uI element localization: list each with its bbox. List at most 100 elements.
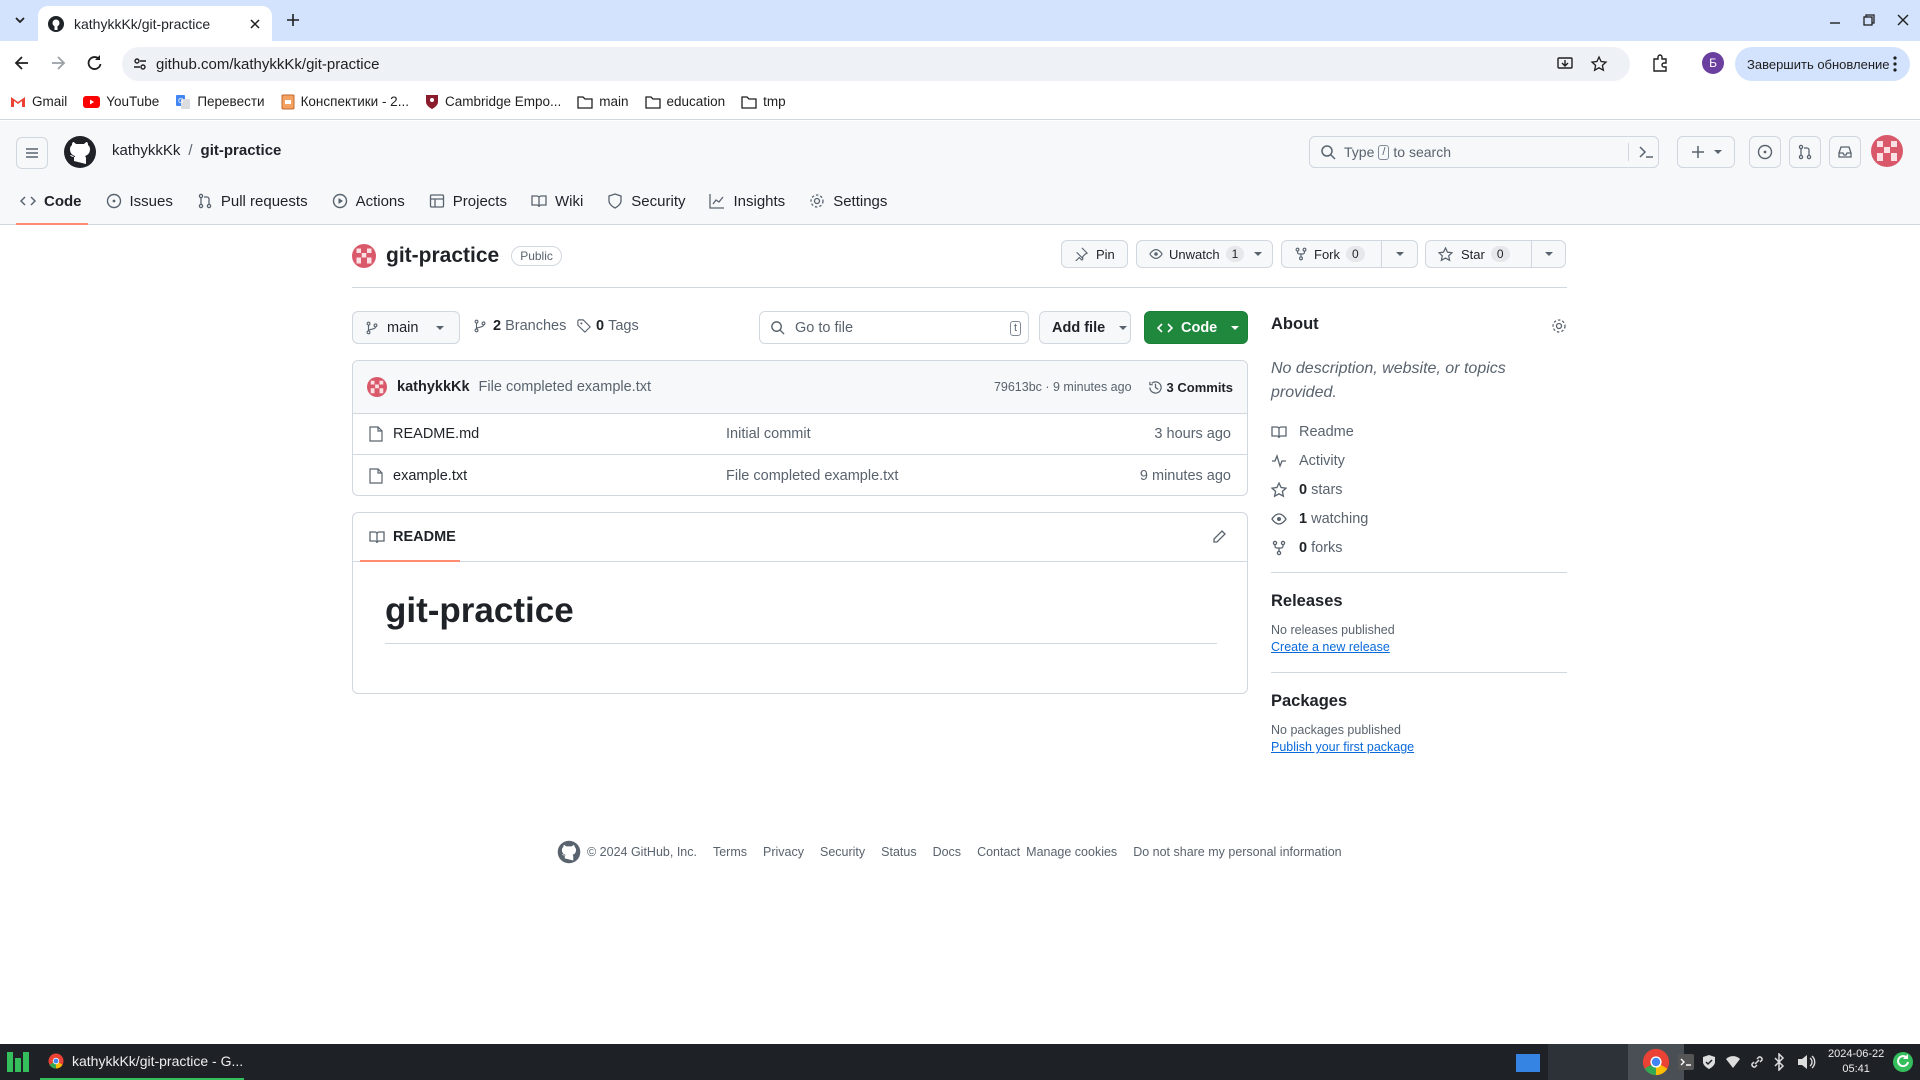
file-commit-message[interactable]: Initial commit (726, 426, 811, 442)
footer-link[interactable]: Status (881, 845, 916, 859)
file-name[interactable]: example.txt (393, 468, 467, 484)
more-menu-icon[interactable] (1893, 56, 1897, 72)
bluetooth-icon[interactable] (1772, 1053, 1786, 1071)
watching-link[interactable]: 1 watching (1271, 504, 1567, 533)
search-input[interactable]: Type / to search (1309, 136, 1659, 168)
bookmark-cambridge[interactable]: Cambridge Empo... (425, 94, 561, 110)
commit-sha-time[interactable]: 79613bc · 9 minutes ago (994, 380, 1132, 394)
footer-link[interactable]: Contact (977, 845, 1020, 859)
clock[interactable]: 2024-06-22 05:41 (1828, 1047, 1884, 1077)
bookmark-folder-main[interactable]: main (577, 94, 629, 109)
link-icon[interactable] (1749, 1054, 1765, 1070)
finish-update-button[interactable]: Завершить обновление (1735, 47, 1910, 81)
back-arrow-icon[interactable] (12, 53, 32, 73)
browser-tab[interactable]: kathykkKk/git-practice (38, 6, 272, 41)
tab-code[interactable]: Code (16, 177, 87, 225)
stars-link[interactable]: 0 stars (1271, 475, 1567, 504)
code-button[interactable]: Code (1144, 311, 1248, 344)
publish-package-link[interactable]: Publish your first package (1271, 740, 1567, 754)
create-new-button[interactable] (1677, 136, 1735, 168)
tab-issues[interactable]: Issues (106, 177, 173, 225)
gear-icon[interactable] (1551, 318, 1567, 334)
app-menu-icon[interactable] (6, 1050, 30, 1074)
breadcrumb-repo[interactable]: git-practice (201, 142, 282, 159)
pencil-icon[interactable] (1211, 529, 1227, 545)
bookmark-folder-education[interactable]: education (644, 94, 725, 109)
pull-requests-icon-button[interactable] (1789, 136, 1821, 168)
issues-icon-button[interactable] (1749, 136, 1781, 168)
packages-title[interactable]: Packages (1271, 692, 1567, 711)
branches-link[interactable]: 2 Branches (473, 318, 566, 334)
footer-link[interactable]: Docs (933, 845, 961, 859)
profile-avatar[interactable]: Б (1702, 52, 1724, 74)
reload-icon[interactable] (84, 53, 104, 73)
footer-link[interactable]: Privacy (763, 845, 804, 859)
pin-button[interactable]: Pin (1061, 240, 1128, 268)
tab-settings[interactable]: Settings (809, 177, 887, 225)
site-info-icon[interactable] (132, 56, 148, 72)
tab-actions[interactable]: Actions (332, 177, 405, 225)
activity-link[interactable]: Activity (1271, 446, 1567, 475)
github-logo-icon[interactable] (63, 135, 97, 169)
unwatch-button[interactable]: Unwatch 1 (1136, 240, 1273, 268)
wifi-icon[interactable] (1725, 1054, 1741, 1070)
footer-link[interactable]: Terms (713, 845, 747, 859)
user-avatar[interactable] (1871, 135, 1903, 167)
tags-link[interactable]: 0 Tags (577, 318, 639, 334)
fork-dropdown-button[interactable] (1382, 250, 1417, 258)
file-commit-message[interactable]: File completed example.txt (726, 468, 898, 484)
terminal-icon[interactable] (1678, 1054, 1694, 1070)
commits-link[interactable]: 3 Commits (1148, 380, 1233, 395)
star-dropdown-button[interactable] (1532, 250, 1565, 258)
command-palette-icon[interactable] (1628, 143, 1655, 161)
owner-avatar[interactable] (352, 244, 376, 268)
commit-message[interactable]: File completed example.txt (479, 379, 651, 395)
tab-pull-requests[interactable]: Pull requests (197, 177, 308, 225)
branch-select-button[interactable]: main (352, 311, 460, 344)
bookmark-konspektiki[interactable]: Конспектики - 2... (281, 94, 409, 110)
tab-wiki[interactable]: Wiki (531, 177, 583, 225)
create-release-link[interactable]: Create a new release (1271, 640, 1567, 654)
readme-tab[interactable]: README (369, 529, 456, 545)
restore-icon[interactable] (1862, 13, 1876, 27)
footer-link[interactable]: Security (820, 845, 865, 859)
update-status-icon[interactable] (1892, 1051, 1914, 1073)
close-window-icon[interactable] (1896, 13, 1910, 27)
fork-button[interactable]: Fork 0 (1282, 241, 1382, 267)
hamburger-menu-icon[interactable] (16, 137, 48, 169)
security-shield-icon[interactable] (1701, 1054, 1717, 1070)
star-button[interactable]: Star 0 (1426, 241, 1532, 267)
forks-link[interactable]: 0 forks (1271, 533, 1567, 562)
readme-link[interactable]: Readme (1271, 417, 1567, 446)
breadcrumb-owner[interactable]: kathykkKk (112, 142, 180, 159)
workspace-2[interactable] (1548, 1044, 1628, 1080)
minimize-icon[interactable] (1828, 13, 1842, 27)
bookmark-translate[interactable]: G Перевести (175, 94, 265, 110)
file-row[interactable]: README.md Initial commit 3 hours ago (353, 414, 1247, 455)
github-mark-icon[interactable] (557, 840, 581, 864)
close-tab-icon[interactable] (248, 17, 262, 31)
tab-security[interactable]: Security (607, 177, 685, 225)
workspace-icon[interactable] (1516, 1054, 1540, 1072)
address-bar[interactable]: github.com/kathykkKk/git-practice (122, 47, 1630, 81)
tab-search-icon[interactable] (10, 10, 30, 30)
bookmark-gmail[interactable]: Gmail (10, 94, 67, 109)
commit-author[interactable]: kathykkKk (397, 379, 470, 395)
forward-arrow-icon[interactable] (48, 53, 68, 73)
install-app-icon[interactable] (1556, 55, 1574, 73)
volume-icon[interactable] (1796, 1053, 1816, 1071)
commit-author-avatar[interactable] (367, 377, 387, 397)
chrome-launcher-icon[interactable] (1628, 1044, 1684, 1080)
extensions-icon[interactable] (1650, 53, 1670, 73)
footer-link[interactable]: Manage cookies (1026, 845, 1117, 859)
go-to-file-input[interactable]: Go to file t (759, 311, 1029, 344)
new-tab-icon[interactable] (284, 11, 302, 29)
bookmark-folder-tmp[interactable]: tmp (741, 94, 786, 109)
taskbar-window-button[interactable]: kathykkKk/git-practice - G... (40, 1044, 244, 1080)
tab-projects[interactable]: Projects (429, 177, 507, 225)
inbox-icon-button[interactable] (1829, 136, 1861, 168)
file-row[interactable]: example.txt File completed example.txt 9… (353, 455, 1247, 495)
releases-title[interactable]: Releases (1271, 592, 1567, 611)
footer-link[interactable]: Do not share my personal information (1133, 845, 1341, 859)
bookmark-star-icon[interactable] (1590, 55, 1608, 73)
